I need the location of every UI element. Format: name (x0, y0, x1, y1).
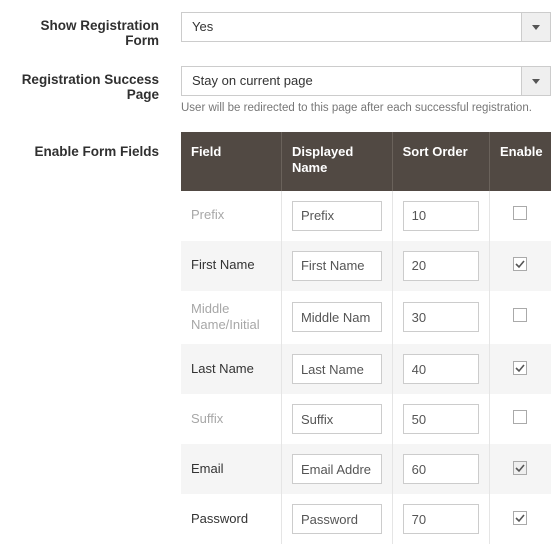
displayed-name-cell (281, 444, 392, 494)
field-cell: Prefix (181, 191, 281, 241)
enable-checkbox[interactable] (513, 257, 527, 271)
table-row: Suffix (181, 394, 551, 444)
success-page-label: Registration Success Page (6, 66, 181, 102)
field-name-text: Password (191, 511, 248, 526)
field-cell: Last Name (181, 344, 281, 394)
show-registration-label: Show Registration Form (6, 12, 181, 48)
field-name-text: Last Name (191, 361, 254, 376)
sort-order-input[interactable] (403, 404, 479, 434)
col-field: Field (181, 132, 281, 191)
field-cell: First Name (181, 241, 281, 291)
col-displayed-name: Displayed Name (281, 132, 392, 191)
field-cell: Middle Name/Initial (181, 291, 281, 345)
enable-cell (489, 241, 551, 291)
enable-checkbox[interactable] (513, 308, 527, 322)
enable-checkbox[interactable] (513, 511, 527, 525)
form-fields-table: Field Displayed Name Sort Order Enable P… (181, 132, 551, 544)
sort-order-input[interactable] (403, 302, 479, 332)
table-row: Middle Name/Initial (181, 291, 551, 345)
table-row: Prefix (181, 191, 551, 241)
sort-order-cell (392, 291, 489, 345)
displayed-name-input[interactable] (292, 201, 382, 231)
field-name-text: Suffix (191, 411, 223, 426)
success-page-row: Registration Success Page Stay on curren… (6, 66, 551, 114)
table-row: Email (181, 444, 551, 494)
form-fields-control: Field Displayed Name Sort Order Enable P… (181, 132, 551, 544)
table-row: First Name (181, 241, 551, 291)
success-page-helper: User will be redirected to this page aft… (181, 102, 551, 114)
sort-order-cell (392, 444, 489, 494)
enable-cell (489, 344, 551, 394)
displayed-name-input[interactable] (292, 454, 382, 484)
displayed-name-input[interactable] (292, 404, 382, 434)
displayed-name-input[interactable] (292, 504, 382, 534)
sort-order-cell (392, 344, 489, 394)
enable-cell (489, 394, 551, 444)
sort-order-input[interactable] (403, 251, 479, 281)
enable-cell (489, 494, 551, 544)
form-fields-label: Enable Form Fields (6, 132, 181, 159)
col-enable: Enable (489, 132, 551, 191)
displayed-name-cell (281, 344, 392, 394)
table-row: Password (181, 494, 551, 544)
show-registration-row: Show Registration Form Yes (6, 12, 551, 48)
field-name-text: Prefix (191, 207, 224, 222)
field-name-text: Email (191, 461, 224, 476)
success-page-value: Stay on current page (181, 66, 551, 96)
success-page-control: Stay on current page User will be redire… (181, 66, 551, 114)
field-name-text: Middle Name/Initial (191, 301, 260, 333)
displayed-name-input[interactable] (292, 251, 382, 281)
displayed-name-cell (281, 494, 392, 544)
field-name-text: First Name (191, 257, 255, 272)
enable-checkbox[interactable] (513, 410, 527, 424)
col-sort-order: Sort Order (392, 132, 489, 191)
displayed-name-input[interactable] (292, 302, 382, 332)
enable-checkbox[interactable] (513, 206, 527, 220)
sort-order-cell (392, 241, 489, 291)
form-fields-row: Enable Form Fields Field Displayed Name … (6, 132, 551, 544)
displayed-name-cell (281, 241, 392, 291)
sort-order-input[interactable] (403, 201, 479, 231)
displayed-name-cell (281, 394, 392, 444)
sort-order-cell (392, 191, 489, 241)
show-registration-control: Yes (181, 12, 551, 42)
displayed-name-cell (281, 291, 392, 345)
show-registration-value: Yes (181, 12, 551, 42)
enable-cell (489, 291, 551, 345)
sort-order-input[interactable] (403, 504, 479, 534)
success-page-select[interactable]: Stay on current page (181, 66, 551, 96)
enable-checkbox[interactable] (513, 361, 527, 375)
sort-order-input[interactable] (403, 454, 479, 484)
sort-order-input[interactable] (403, 354, 479, 384)
field-cell: Password (181, 494, 281, 544)
displayed-name-cell (281, 191, 392, 241)
sort-order-cell (392, 494, 489, 544)
table-row: Last Name (181, 344, 551, 394)
enable-checkbox (513, 461, 527, 475)
field-cell: Suffix (181, 394, 281, 444)
sort-order-cell (392, 394, 489, 444)
table-header-row: Field Displayed Name Sort Order Enable (181, 132, 551, 191)
show-registration-select[interactable]: Yes (181, 12, 551, 42)
displayed-name-input[interactable] (292, 354, 382, 384)
field-cell: Email (181, 444, 281, 494)
enable-cell (489, 191, 551, 241)
enable-cell (489, 444, 551, 494)
